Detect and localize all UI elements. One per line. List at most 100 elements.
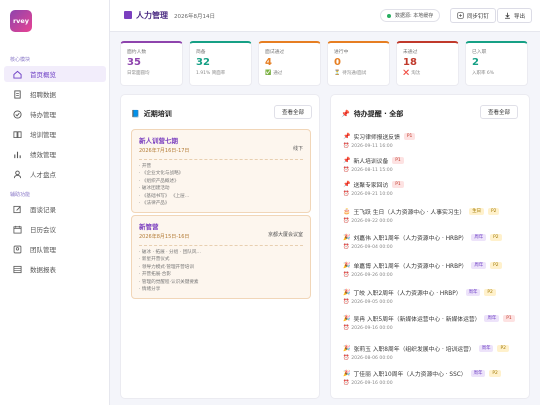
reminder-line: 🎉 张莉玉 入职8周年（组织发展中心 · 培训运营） 周年 P2 [343, 344, 523, 353]
stat-sub-text: 待沟通/面试 [342, 71, 367, 76]
training-view-all-button[interactable]: 查看全部 [274, 105, 313, 119]
table-icon [12, 264, 23, 275]
calendar-icon [12, 224, 23, 235]
priority-badge: P2 [489, 369, 501, 378]
export-button[interactable]: 导出 [497, 8, 533, 23]
training-title-text: 近期培训 [143, 110, 172, 118]
reminder-item[interactable]: 📌 实习律师报送反馈 P1 ⏰ 2026-09-11 16:00 [343, 132, 523, 149]
priority-badge: 周年 [465, 288, 481, 297]
reminder-item[interactable]: 🎉 丁皎 入职2周年（人力资源中心 · HRBP） 周年 P2 ⏰ 2026-09-05 … [343, 288, 523, 305]
sidebar-item-label: 面谈记录 [30, 206, 56, 214]
agenda-item: · 破冰团建活动 [139, 186, 170, 192]
sidebar-item-label: 待办管理 [30, 111, 56, 119]
reminder-text: 丁佳丽 入职10周年（人力资源中心 · SSC） [353, 372, 467, 378]
priority-badge: P1 [503, 314, 515, 323]
book-icon [12, 129, 23, 140]
reminder-item[interactable]: 📌 送聚专家回访 P1 ⏰ 2026-09-21 10:00 [343, 180, 523, 197]
reminder-time: ⏰ 2026-09-16 00:00 [343, 325, 523, 331]
sidebar-item-label: 培训管理 [30, 131, 56, 139]
sidebar-item-7[interactable]: 面谈记录 [4, 201, 106, 217]
reminders-panel: 📌 待办提醒 · 全部 查看全部 📌 实习律师报送反馈 P1 ⏰ 2026-09-11 … [330, 94, 530, 399]
reminder-item[interactable]: 🎂 王飞跃 生日（人力资源中心 · 人事实习生） 生日 P2 ⏰ 2026-09-22 0… [343, 207, 523, 224]
priority-badge: P2 [484, 288, 496, 297]
stat-sub: 入职率 6% [472, 70, 521, 76]
stat-card: 进行中 0 ⏳ 待沟通/面试 [327, 41, 390, 86]
training-card[interactable]: 新管营 2026年8月15日-16日 京都大厦会议室 · 破冰 · 拓展 · 分组 ·… [131, 215, 311, 300]
sidebar-item-8[interactable]: 日历会议 [4, 221, 106, 237]
training-date: 2026年7月16日-17日 [139, 148, 190, 154]
priority-badge: P2 [490, 233, 502, 242]
agenda-item: · 领导力模式·管理开营培训 [139, 264, 194, 270]
sidebar-item-2[interactable]: 招聘数据 [4, 86, 106, 102]
status-text: 数据源: 本地缓存 [395, 13, 434, 19]
reminder-line: 🎉 丁佳丽 入职10周年（人力资源中心 · SSC） 周年 P2 [343, 369, 523, 378]
page-date: 2026年8月14日 [174, 14, 215, 20]
stat-sub-text: 日常面圆均 [127, 71, 150, 76]
stat-sub-text: 入职率 6% [472, 71, 495, 76]
clock-icon: ⏰ [343, 380, 350, 386]
stat-card: 已入职 2 入职率 6% [465, 41, 528, 86]
reminder-line: 🎂 王飞跃 生日（人力资源中心 · 人事实习生） 生日 P2 [343, 207, 523, 216]
reminder-line: 🎉 丁皎 入职2周年（人力资源中心 · HRBP） 周年 P2 [343, 288, 523, 297]
edit-icon [12, 204, 23, 215]
training-panel: 📘 近期培训 查看全部 新人训营七期 2026年7月16日-17日 线下 · 开营 · … [120, 94, 320, 399]
reminder-time: ⏰ 2026-09-11 16:00 [343, 143, 523, 149]
home-icon [12, 69, 23, 80]
sidebar-item-10[interactable]: 数据报表 [4, 261, 106, 277]
agenda-item: · 开营拓展·合影 [139, 272, 171, 278]
agenda-item: · 破冰 · 拓展 · 分组 · 团队风… [139, 250, 202, 255]
sync-label: 同步钉钉 [467, 13, 490, 20]
document-icon [12, 89, 23, 100]
sync-dingtalk-button[interactable]: 同步钉钉 [450, 8, 497, 23]
reminder-time-text: 2026-09-04 00:00 [351, 244, 393, 250]
divider [139, 159, 303, 160]
reminder-item[interactable]: 🎉 丁佳丽 入职10周年（人力资源中心 · SSC） 周年 P2 ⏰ 2026-09-16… [343, 369, 523, 386]
stat-value: 2 [472, 57, 479, 68]
stat-value: 4 [265, 57, 272, 68]
party-icon: 🎉 [343, 370, 351, 377]
reminder-item[interactable]: 🎉 吴冉 入职5周年（新媒体运营中心 · 新媒体运营） 周年 P1 ⏰ 2026-09-1… [343, 314, 523, 331]
stat-card: 面试通过 4 ✅ 通过 [258, 41, 321, 86]
priority-badge: 周年 [470, 369, 486, 378]
agenda-item: · 《基础书写》 《上层… [139, 193, 190, 199]
reminder-text: 吴冉 入职5周年（新媒体运营中心 · 新媒体运营） [353, 317, 481, 323]
agenda-item: · 《企业文化与战略》 [139, 171, 184, 177]
reminder-item[interactable]: 🎉 刘嘉伟 入职1周年（人力资源中心 · HRBP） 周年 P2 ⏰ 2026-09-04… [343, 233, 523, 250]
reminder-item[interactable]: 🎉 单嘉博 入职1周年（人力资源中心 · HRBP） 周年 P2 ⏰ 2026-09-26… [343, 261, 523, 278]
training-location: 京都大厦会议室 [267, 232, 303, 238]
stat-sub: 1.91% 简面率 [196, 70, 245, 76]
download-icon [505, 12, 510, 19]
training-card[interactable]: 新人训营七期 2026年7月16日-17日 线下 · 开营 · 《企业文化与战略》 · 《… [131, 129, 311, 214]
reminder-line: 📌 送聚专家回访 P1 [343, 180, 523, 189]
sidebar-item-3[interactable]: 待办管理 [4, 106, 106, 122]
reminder-time: ⏰ 2026-09-04 00:00 [343, 244, 523, 250]
sidebar-item-1[interactable]: 首页概览 [4, 66, 106, 82]
priority-badge: 生日 [469, 207, 484, 216]
sidebar-item-9[interactable]: 团队管理 [4, 241, 106, 257]
sidebar-item-4[interactable]: 培训管理 [4, 126, 106, 142]
agenda-item: · 新星开营仪式 [139, 257, 170, 263]
stat-mark-icon: ❌ [403, 70, 410, 76]
reminder-item[interactable]: 📌 新人培训议备 P1 ⏰ 2026-08-11 15:00 [343, 156, 523, 173]
stat-label: 未通过 [403, 50, 418, 55]
status-dot-icon [387, 13, 391, 18]
priority-badge: P2 [490, 261, 502, 270]
agenda-item: · 《法律产品》 [139, 201, 170, 207]
party-icon: 🎉 [343, 234, 351, 241]
training-agenda: · 破冰 · 拓展 · 分组 · 团队风… · 新星开营仪式 · 领导力模式·管理开… [139, 249, 303, 293]
data-source-status: 数据源: 本地缓存 [380, 9, 441, 22]
reminders-panel-title: 📌 待办提醒 · 全部 [341, 109, 403, 119]
stat-value: 35 [127, 57, 141, 68]
reminder-time: ⏰ 2026-09-26 00:00 [343, 272, 523, 278]
sidebar-item-6[interactable]: 人才盘点 [4, 166, 106, 182]
sidebar-item-5[interactable]: 绩效管理 [4, 146, 106, 162]
reminders-view-all-button[interactable]: 查看全部 [480, 105, 519, 119]
clock-icon: ⏰ [343, 272, 350, 278]
pin-icon: 📌 [343, 133, 351, 140]
training-agenda: · 开营 · 《企业文化与战略》 · 《组织产品概述》 · 破冰团建活动 · 《基础书写… [139, 163, 303, 207]
reminder-text: 丁皎 入职2周年（人力资源中心 · HRBP） [353, 291, 462, 297]
reminder-item[interactable]: 🎉 张莉玉 入职8周年（组织发展中心 · 培训运营） 周年 P2 ⏰ 2026-08-06… [343, 344, 523, 361]
reminder-time-text: 2026-09-16 00:00 [351, 325, 393, 331]
stat-value: 18 [403, 57, 417, 68]
book-icon: 📘 [131, 110, 140, 118]
